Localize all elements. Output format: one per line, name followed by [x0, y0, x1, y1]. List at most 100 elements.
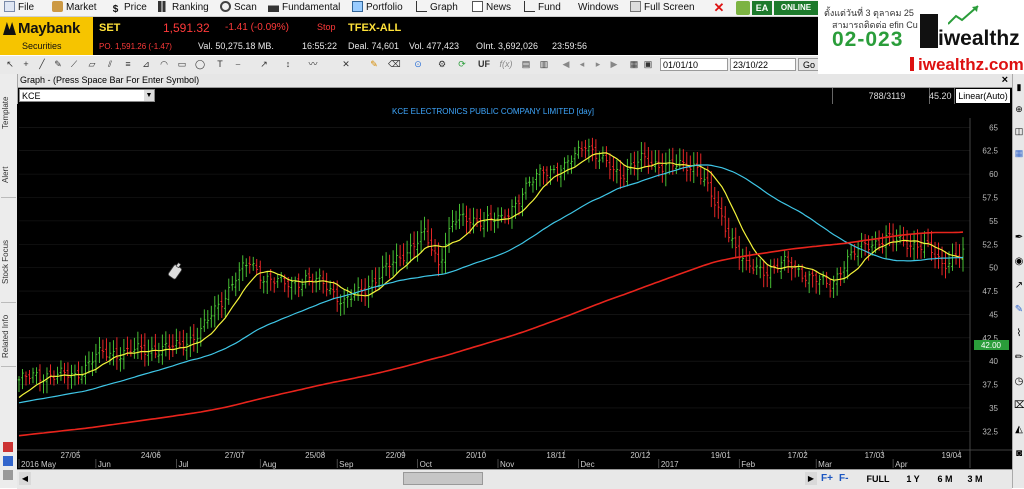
side-tab-stock-focus[interactable]: Stock Focus — [1, 222, 16, 303]
tool-zoom-icon[interactable]: ⊕ — [1014, 104, 1024, 115]
channel-tool-icon[interactable]: ▱ — [86, 58, 98, 71]
delete-tool-icon[interactable]: ✕ — [340, 58, 352, 71]
excel-icon[interactable] — [736, 1, 750, 15]
tool-arrow-icon[interactable]: ↗ — [1014, 280, 1024, 291]
tool-eye-icon[interactable]: ◉ — [1014, 256, 1024, 267]
menu-ranking[interactable]: Ranking — [158, 1, 209, 15]
symbol-input[interactable]: KCE — [19, 89, 155, 102]
scroll-right-fast-icon[interactable]: ▸ — [592, 58, 604, 71]
range-full-button[interactable]: FULL — [865, 474, 891, 484]
save-icon[interactable] — [3, 456, 13, 466]
ea-badge[interactable]: EA — [752, 1, 772, 15]
menu-portfolio[interactable]: Portfolio — [352, 1, 403, 15]
ray-tool-icon[interactable]: ⟋ — [68, 58, 80, 71]
measure-tool-icon[interactable]: ↕ — [282, 58, 294, 71]
menu-file[interactable]: File — [4, 1, 34, 15]
advertisement-banner[interactable]: ตั้งแต่วันที่ 3 ตุลาคม 25 สามารถติดต่อ e… — [818, 0, 1024, 72]
side-tab-related-info[interactable]: Related Info — [1, 306, 16, 367]
text-tool-icon[interactable]: T — [214, 58, 226, 71]
range-3m-button[interactable]: 3 M — [963, 474, 987, 484]
alert-icon[interactable] — [3, 442, 13, 452]
info-icon[interactable] — [3, 470, 13, 480]
tool-ruler-icon[interactable]: ▮ — [1014, 82, 1024, 93]
scroll-left-icon[interactable]: ◀ — [560, 58, 572, 71]
zoom-out-button[interactable]: F- — [839, 473, 848, 484]
set-change: -1.41 (-0.09%) — [225, 22, 289, 33]
line-tool-icon[interactable]: ╱ — [36, 58, 48, 71]
tool-marker-icon[interactable]: ✎ — [1014, 304, 1024, 315]
tool-select-icon[interactable]: ◫ — [1014, 126, 1024, 137]
rectangle-tool-icon[interactable]: ▭ — [176, 58, 188, 71]
pointer-tool-icon[interactable]: ↖ — [4, 58, 16, 71]
range-1y-button[interactable]: 1 Y — [901, 474, 925, 484]
trend-arrow-icon — [948, 5, 979, 25]
tool-trash-icon[interactable]: ⌧ — [1014, 400, 1024, 411]
menu-news[interactable]: News — [472, 1, 511, 15]
horizontal-scroll-thumb[interactable] — [403, 472, 483, 485]
menu-fund[interactable]: Fund — [524, 1, 561, 15]
ellipse-tool-icon[interactable]: ◯ — [194, 58, 206, 71]
graph-close-icon[interactable]: × — [1002, 74, 1008, 86]
date-to-input[interactable]: 23/10/22 — [730, 58, 796, 71]
formula-icon[interactable]: f(x) — [498, 58, 514, 71]
tool-pen-icon[interactable]: ✒ — [1014, 232, 1024, 243]
tool-brush-icon[interactable]: ⌇ — [1014, 328, 1024, 339]
last-value: 45.20 — [929, 91, 952, 101]
menu-price[interactable]: $ Price — [110, 1, 147, 15]
brand-name: Maybank — [18, 20, 81, 37]
tool-pencil-icon[interactable]: ✏ — [1014, 352, 1024, 363]
close-icon[interactable]: ✕ — [712, 1, 726, 15]
scroll-left-button[interactable]: ◀ — [19, 472, 31, 485]
menu-graph[interactable]: Graph — [416, 1, 458, 15]
print-icon[interactable]: ▦ — [628, 58, 640, 71]
pencil-tool-icon[interactable]: ✎ — [52, 58, 64, 71]
price-chart[interactable]: 32.53537.54042.54547.55052.55557.56062.5… — [17, 104, 1012, 469]
tfex-label: TFEX-ALL — [348, 22, 402, 34]
uf-button[interactable]: UF — [476, 58, 492, 71]
settings-icon[interactable]: ⚙ — [436, 58, 448, 71]
refresh-icon[interactable]: ⟳ — [456, 58, 468, 71]
tool-bucket-icon[interactable]: ◭ — [1014, 424, 1024, 435]
tool-clock-icon[interactable]: ◷ — [1014, 376, 1024, 387]
line-style-icon[interactable]: ⎯ — [232, 58, 244, 71]
menu-market[interactable]: Market — [52, 1, 97, 15]
menu-windows[interactable]: Windows — [578, 1, 619, 15]
range-6m-button[interactable]: 6 M — [933, 474, 957, 484]
fan-tool-icon[interactable]: ⊿ — [140, 58, 152, 71]
menu-scan[interactable]: Scan — [220, 1, 257, 15]
scroll-left-fast-icon[interactable]: ◂ — [576, 58, 588, 71]
highlighter-icon[interactable]: ✎ — [368, 58, 380, 71]
eraser-icon[interactable]: ⌫ — [388, 58, 401, 71]
symbol-dropdown-icon[interactable]: ▼ — [144, 90, 154, 101]
x-tick-label-month: Nov — [500, 460, 514, 469]
scroll-right-button[interactable]: ▶ — [805, 472, 817, 485]
layout-icon[interactable]: ▣ — [642, 58, 654, 71]
tool-camera-icon[interactable]: ◙ — [1014, 448, 1024, 459]
wave-tool-icon[interactable]: 〰 — [306, 58, 320, 71]
date-from-input[interactable]: 01/01/10 — [660, 58, 728, 71]
x-tick-label-month: Sep — [339, 460, 354, 469]
portfolio-icon — [352, 1, 363, 12]
arrow-tool-icon[interactable]: ↗ — [258, 58, 270, 71]
x-tick-label-date: 22/09 — [386, 451, 407, 460]
market-icon — [52, 1, 63, 12]
zoom-icon[interactable]: ⊙ — [412, 58, 424, 71]
compare-icon[interactable]: ▥ — [538, 58, 550, 71]
menu-full-screen[interactable]: Full Screen — [630, 1, 695, 15]
scale-mode[interactable]: Linear(Auto) — [956, 89, 1010, 103]
go-button[interactable]: Go — [798, 58, 820, 71]
scroll-right-icon[interactable]: ▶ — [608, 58, 620, 71]
crosshair-tool-icon[interactable]: + — [20, 58, 32, 71]
side-tab-alert[interactable]: Alert — [1, 152, 16, 198]
tool-grid-icon[interactable]: ▦ — [1014, 148, 1024, 159]
bottom-bar: ◀ ▶ F+ F- FULL 1 Y 6 M 3 M — [17, 469, 1012, 489]
parallel-tool-icon[interactable]: ⫽ — [104, 58, 116, 71]
zoom-in-button[interactable]: F+ — [821, 473, 833, 484]
fibonacci-tool-icon[interactable]: ≡ — [122, 58, 134, 71]
side-tab-template[interactable]: Template — [1, 78, 16, 148]
y-tick-label: 62.5 — [982, 147, 998, 156]
arc-tool-icon[interactable]: ◠ — [158, 58, 170, 71]
graph-window-title: Graph - (Press Space Bar For Enter Symbo… — [17, 74, 1012, 88]
indicator-icon[interactable]: ▤ — [520, 58, 532, 71]
menu-fundamental[interactable]: Fundamental — [268, 1, 340, 15]
